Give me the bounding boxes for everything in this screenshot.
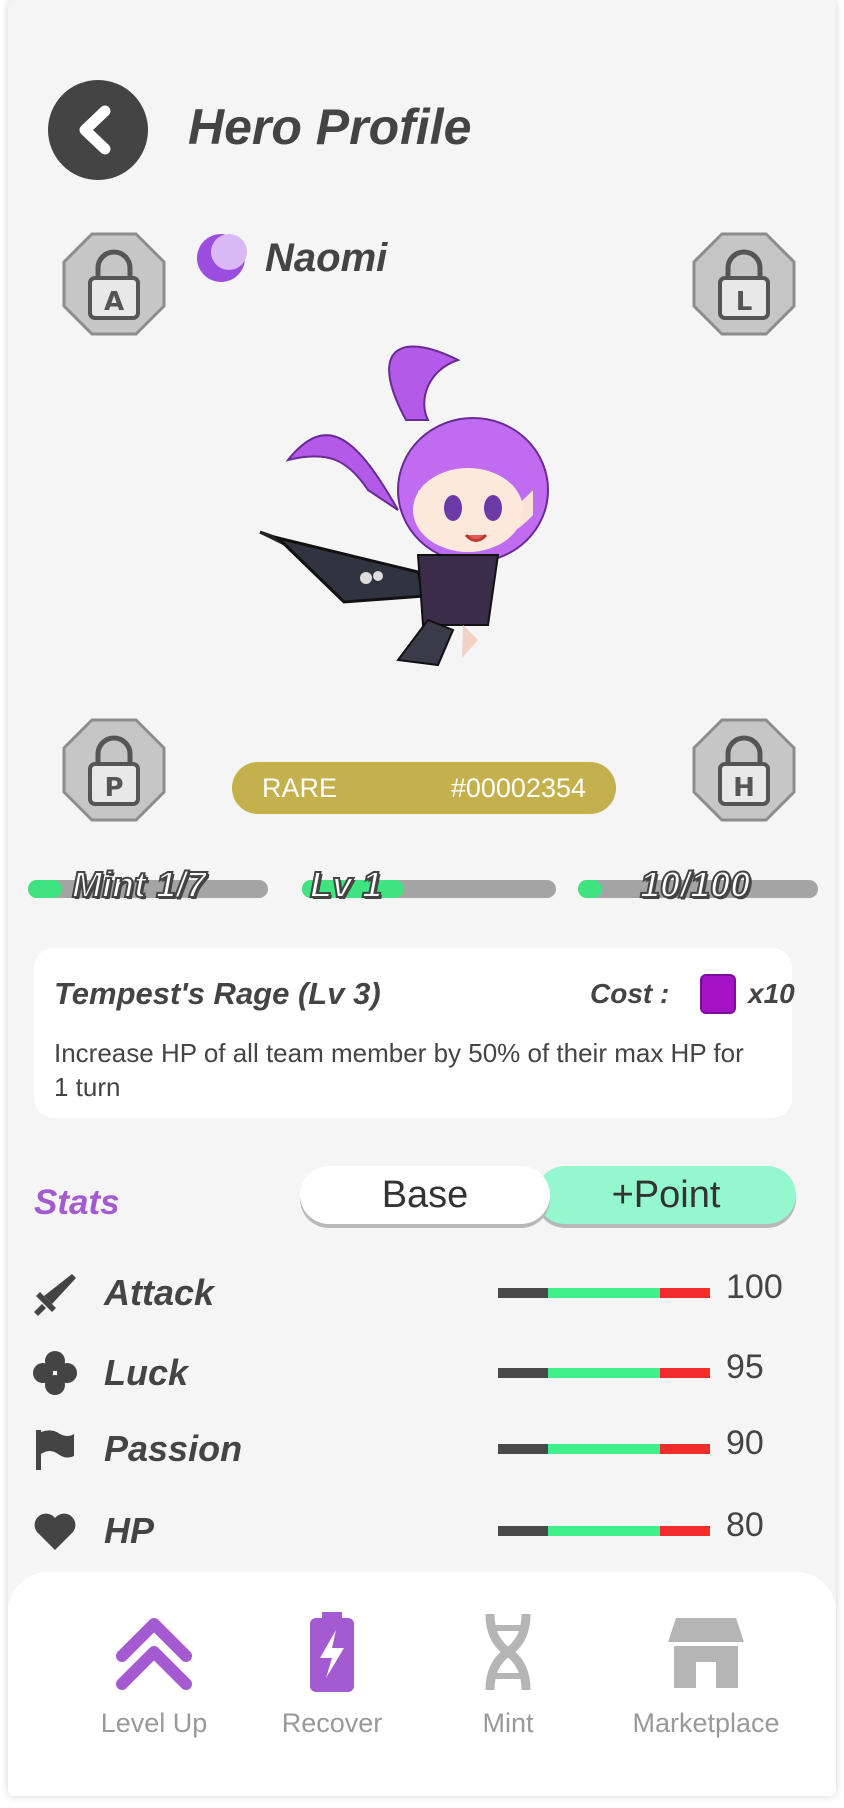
stat-row-attack: Attack 100 xyxy=(32,1262,812,1322)
flag-icon xyxy=(36,1430,74,1470)
exp-progress-fill xyxy=(578,880,602,898)
nav-label: Level Up xyxy=(100,1708,208,1738)
gem-icon xyxy=(700,974,736,1014)
rarity-label: RARE xyxy=(262,772,338,803)
nav-label: Recover xyxy=(281,1708,383,1738)
back-button[interactable] xyxy=(48,80,148,180)
lock-icon: P xyxy=(62,718,166,822)
slot-luck-locked[interactable]: L xyxy=(692,232,796,336)
stat-name: HP xyxy=(104,1510,155,1551)
skill-card: Tempest's Rage (Lv 3) Cost : x10 Increas… xyxy=(34,948,795,1118)
page-title: Hero Profile xyxy=(188,99,472,155)
stat-bar xyxy=(498,1288,710,1298)
stat-value: 95 xyxy=(726,1348,764,1386)
hero-character-image xyxy=(259,345,549,667)
svg-text:P: P xyxy=(104,773,123,803)
hero-name-row: Naomi xyxy=(195,232,387,284)
slot-accessory-locked[interactable]: A xyxy=(62,232,166,336)
nav-recover[interactable]: Recover xyxy=(242,1612,422,1752)
stat-name: Luck xyxy=(104,1352,189,1393)
stat-value: 100 xyxy=(726,1268,783,1306)
slot-passion-locked[interactable]: P xyxy=(62,718,166,822)
bottom-nav: Level Up Recover Mint Marketplace xyxy=(8,1572,836,1796)
tab-base[interactable]: Base xyxy=(300,1166,550,1224)
sword-icon xyxy=(34,1274,76,1316)
level-progress-label: Lv 1 xyxy=(309,863,383,906)
double-chevron-up-icon xyxy=(116,1618,192,1690)
skill-cost-qty: x10 xyxy=(748,978,795,1009)
skill-description: Increase HP of all team member by 50% of… xyxy=(54,1038,744,1102)
lock-icon: H xyxy=(692,718,796,822)
mint-progress-label: Mint 1/7 xyxy=(71,863,207,906)
nav-label: Mint xyxy=(482,1708,534,1738)
svg-text:H: H xyxy=(733,773,755,803)
svg-text:A: A xyxy=(104,287,124,317)
battery-bolt-icon xyxy=(310,1612,354,1692)
stats-title: Stats xyxy=(34,1183,120,1222)
slot-hp-locked[interactable]: H xyxy=(692,718,796,822)
stat-row-passion: Passion 90 xyxy=(32,1418,812,1478)
heart-icon xyxy=(34,1513,76,1550)
nav-marketplace[interactable]: Marketplace xyxy=(606,1612,806,1752)
hero-id: #00002354 xyxy=(450,772,586,803)
exp-progress-bar: 10/100 xyxy=(578,863,818,906)
store-icon xyxy=(668,1618,744,1688)
tab-point[interactable]: +Point xyxy=(536,1166,796,1224)
moon-icon xyxy=(197,234,247,282)
stat-bar xyxy=(498,1368,710,1378)
stat-value: 90 xyxy=(726,1424,764,1462)
lock-icon: L xyxy=(692,232,796,336)
stat-name: Attack xyxy=(104,1272,215,1313)
skill-name: Tempest's Rage (Lv 3) xyxy=(54,976,381,1011)
stat-row-hp: HP 80 xyxy=(32,1500,812,1560)
svg-text:L: L xyxy=(736,287,753,317)
mint-progress-fill xyxy=(28,880,63,898)
mint-progress-bar: Mint 1/7 xyxy=(28,863,268,906)
nav-level-up[interactable]: Level Up xyxy=(64,1612,244,1752)
nav-label: Marketplace xyxy=(632,1708,780,1738)
nav-mint[interactable]: Mint xyxy=(418,1612,598,1752)
dna-icon xyxy=(485,1613,531,1691)
clover-icon xyxy=(33,1351,77,1395)
exp-progress-label: 10/100 xyxy=(639,863,751,906)
level-progress-bar: Lv 1 xyxy=(302,863,556,906)
stat-bar xyxy=(498,1444,710,1454)
stat-row-luck: Luck 95 xyxy=(32,1342,812,1402)
hero-name: Naomi xyxy=(265,235,388,280)
hero-profile-screen: Hero Profile A L P H Naomi RARE #0000235… xyxy=(8,0,836,1796)
chevron-left-icon xyxy=(79,105,111,155)
skill-cost-label: Cost : xyxy=(590,978,670,1009)
stat-name: Passion xyxy=(104,1428,243,1469)
stat-bar xyxy=(498,1526,710,1536)
lock-icon: A xyxy=(62,232,166,336)
stat-value: 80 xyxy=(726,1506,764,1544)
rarity-badge: RARE #00002354 xyxy=(232,762,616,814)
